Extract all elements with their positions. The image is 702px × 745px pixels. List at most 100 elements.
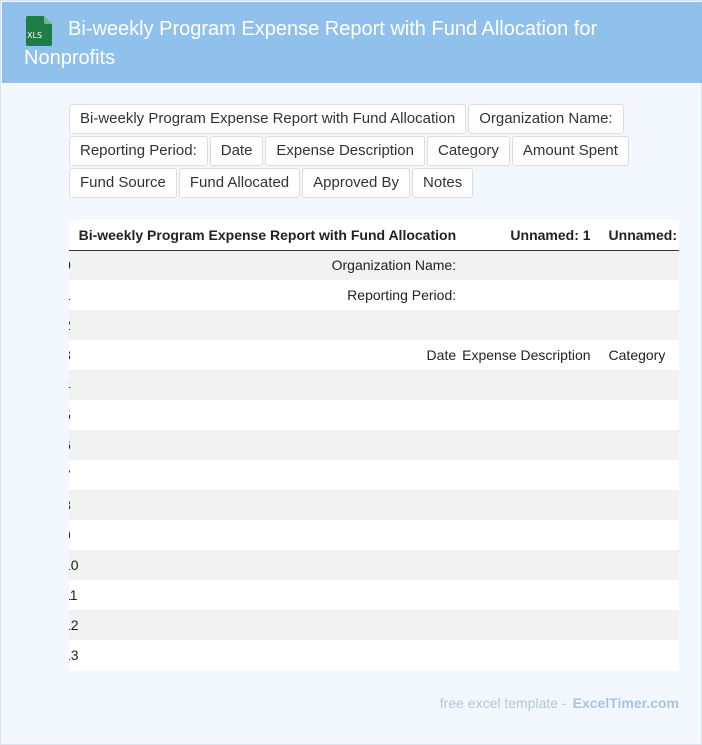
cell-unnamed-2[interactable] <box>596 490 679 520</box>
cell-unnamed-1[interactable] <box>462 460 597 490</box>
cell-report[interactable] <box>78 640 463 670</box>
row-index-cell[interactable]: 1 <box>69 280 79 310</box>
cell-unnamed-1[interactable]: Expense Description <box>462 340 597 370</box>
data-table: Bi-weekly Program Expense Report with Fu… <box>69 220 679 670</box>
cell-report[interactable] <box>78 580 463 610</box>
row-index-cell[interactable]: 13 <box>69 640 79 670</box>
row-index-label: 5 <box>69 407 71 423</box>
tag-report-title[interactable]: Bi-weekly Program Expense Report with Fu… <box>69 104 467 134</box>
cell-report[interactable] <box>78 490 463 520</box>
row-index-cell[interactable]: 8 <box>69 490 79 520</box>
cell-unnamed-2[interactable] <box>596 370 679 400</box>
cell-unnamed-2[interactable] <box>596 400 679 430</box>
cell-report[interactable]: Organization Name: <box>78 250 463 280</box>
row-index-cell[interactable]: 10 <box>69 550 79 580</box>
tag-amount-spent[interactable]: Amount Spent <box>511 136 629 166</box>
cell-report[interactable] <box>78 310 463 340</box>
cell-report[interactable] <box>78 520 463 550</box>
row-index-label: 7 <box>69 467 71 483</box>
cell-unnamed-2[interactable] <box>596 460 679 490</box>
row-index-label: 6 <box>69 437 71 453</box>
tag-organization-name[interactable]: Organization Name: <box>468 104 624 134</box>
cell-report[interactable] <box>78 430 463 460</box>
cell-report[interactable] <box>78 370 463 400</box>
table-row: 4 <box>69 370 679 400</box>
cell-unnamed-1[interactable] <box>462 520 597 550</box>
cell-report[interactable] <box>78 400 463 430</box>
cell-unnamed-2[interactable] <box>596 280 679 310</box>
table-row: 6 <box>69 430 679 460</box>
cell-unnamed-1[interactable] <box>462 280 597 310</box>
cell-unnamed-1[interactable] <box>462 550 597 580</box>
row-index-label: 3 <box>69 347 71 363</box>
cell-unnamed-2[interactable] <box>596 580 679 610</box>
cell-unnamed-1[interactable] <box>462 490 597 520</box>
table-row: 13 <box>69 640 679 670</box>
column-header-report: Bi-weekly Program Expense Report with Fu… <box>78 220 463 251</box>
cell-unnamed-2[interactable]: Category <box>596 340 679 370</box>
row-index-cell[interactable]: 2 <box>69 310 79 340</box>
cell-unnamed-1[interactable] <box>462 400 597 430</box>
column-header-index <box>69 220 79 251</box>
tag-expense-description[interactable]: Expense Description <box>265 136 425 166</box>
cell-report[interactable] <box>78 460 463 490</box>
row-index-cell[interactable]: 4 <box>69 370 79 400</box>
data-table-container[interactable]: Bi-weekly Program Expense Report with Fu… <box>69 220 679 671</box>
cell-unnamed-1[interactable] <box>462 580 597 610</box>
column-tag-list: Bi-weekly Program Expense Report with Fu… <box>69 104 639 200</box>
cell-unnamed-2[interactable] <box>596 640 679 670</box>
cell-unnamed-1[interactable] <box>462 610 597 640</box>
row-index-label: 2 <box>69 317 71 333</box>
row-index-cell[interactable]: 11 <box>69 580 79 610</box>
cell-report[interactable]: Reporting Period: <box>78 280 463 310</box>
table-row: 3 DateExpense DescriptionCategory <box>69 340 679 370</box>
table-row: 10 <box>69 550 679 580</box>
tag-date[interactable]: Date <box>209 136 264 166</box>
table-row: 9 <box>69 520 679 550</box>
row-index-label: 12 <box>69 617 79 633</box>
row-index-label: 11 <box>69 587 78 603</box>
footer-credit: free excel template - ExcelTimer.com <box>440 695 679 711</box>
footer-text: free excel template - <box>439 695 567 711</box>
cell-unnamed-2[interactable] <box>596 310 679 340</box>
row-index-cell[interactable]: 3 <box>69 340 79 370</box>
row-index-cell[interactable]: 6 <box>69 430 79 460</box>
cell-unnamed-1[interactable] <box>462 250 597 280</box>
page-title: Bi-weekly Program Expense Report with Fu… <box>24 18 598 69</box>
cell-report[interactable]: Date <box>78 340 463 370</box>
table-row: 1 Reporting Period: <box>69 280 679 310</box>
tag-fund-allocated[interactable]: Fund Allocated <box>178 168 301 198</box>
cell-unnamed-1[interactable] <box>462 370 597 400</box>
row-index-cell[interactable]: 5 <box>69 400 79 430</box>
tag-fund-source[interactable]: Fund Source <box>69 168 177 198</box>
cell-unnamed-2[interactable] <box>596 610 679 640</box>
tag-reporting-period[interactable]: Reporting Period: <box>69 136 208 166</box>
cell-unnamed-2[interactable] <box>596 250 679 280</box>
cell-report[interactable] <box>78 610 463 640</box>
cell-unnamed-1[interactable] <box>462 640 597 670</box>
row-index-label: 9 <box>69 527 71 543</box>
table-row: 8 <box>69 490 679 520</box>
row-index-label: 8 <box>69 497 71 513</box>
tag-approved-by[interactable]: Approved By <box>302 168 411 198</box>
cell-unnamed-2[interactable] <box>596 430 679 460</box>
table-row: 0 Organization Name: <box>69 250 679 280</box>
cell-unnamed-1[interactable] <box>462 430 597 460</box>
table-header-row: Bi-weekly Program Expense Report with Fu… <box>69 220 679 251</box>
row-index-cell[interactable]: 7 <box>69 460 79 490</box>
row-index-cell[interactable]: 0 <box>69 250 79 280</box>
footer-brand-link[interactable]: ExcelTimer.com <box>573 695 679 711</box>
table-body: 0 Organization Name: 1 Reporting Period: 2 3D… <box>69 250 679 670</box>
row-index-cell[interactable]: 9 <box>69 520 79 550</box>
cell-unnamed-2[interactable] <box>596 520 679 550</box>
cell-unnamed-2[interactable] <box>596 550 679 580</box>
cell-report[interactable] <box>78 550 463 580</box>
cell-unnamed-1[interactable] <box>462 310 597 340</box>
column-header-unnamed-1: Unnamed: 1 <box>462 220 597 251</box>
tag-notes[interactable]: Notes <box>412 168 474 198</box>
table-row: 12 <box>69 610 679 640</box>
tag-category[interactable]: Category <box>427 136 510 166</box>
column-header-unnamed-2: Unnamed: 2 <box>596 220 679 251</box>
table-row: 11 <box>69 580 679 610</box>
row-index-cell[interactable]: 12 <box>69 610 79 640</box>
